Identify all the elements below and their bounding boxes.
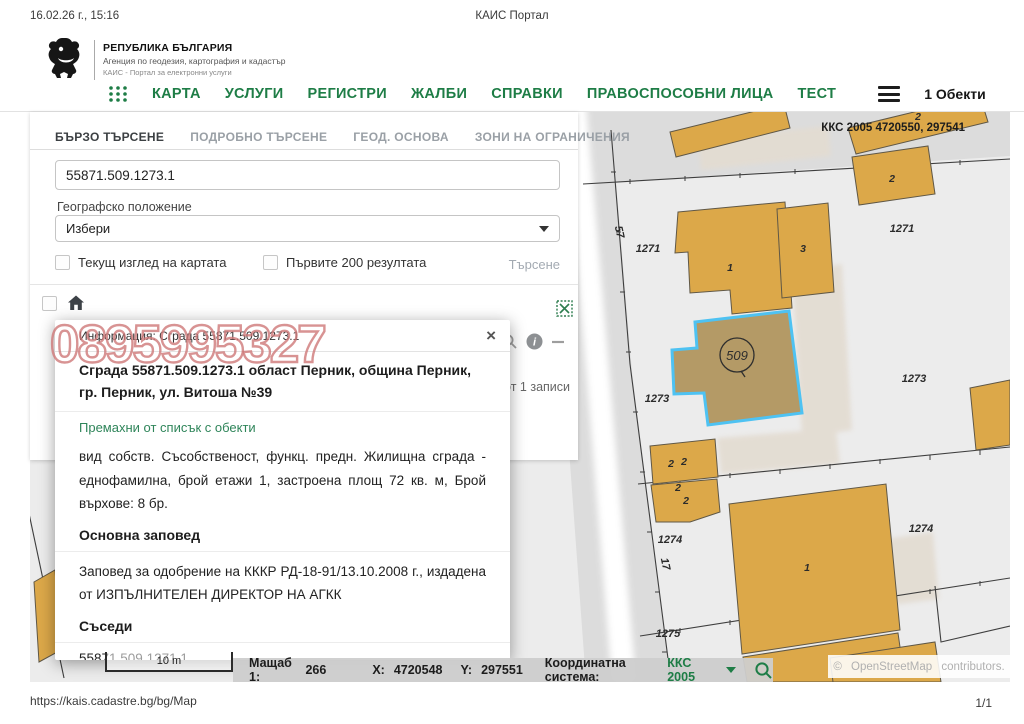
close-icon[interactable]: × <box>486 327 496 344</box>
svg-text:2: 2 <box>674 482 681 494</box>
svg-text:1271: 1271 <box>890 223 914 235</box>
tab-geodetic-base[interactable]: ГЕОД. ОСНОВА <box>353 130 449 144</box>
checkbox-current-view[interactable]: Текущ изглед на картата <box>55 255 226 270</box>
search-button[interactable]: Търсене <box>509 257 560 272</box>
chevron-down-icon <box>539 226 549 232</box>
tab-quick-search[interactable]: БЪРЗО ТЪРСЕНЕ <box>55 130 164 144</box>
building-heading: Сграда 55871.509.1273.1 област Перник, о… <box>79 360 486 403</box>
geo-position-label: Географско положение <box>57 200 192 214</box>
org-name: РЕПУБЛИКА БЪЛГАРИЯ <box>103 42 286 54</box>
map-attribution[interactable]: © OpenStreetMap contributors. <box>828 655 1010 678</box>
org-tagline: КАИС - Портал за електронни услуги <box>103 68 286 77</box>
svg-text:2: 2 <box>667 458 674 470</box>
svg-text:2: 2 <box>680 456 687 468</box>
svg-text:509: 509 <box>726 348 748 363</box>
search-input[interactable] <box>55 160 560 190</box>
svg-text:1274: 1274 <box>658 534 682 546</box>
checkbox-current-view-label: Текущ изглед на картата <box>78 255 226 270</box>
checkbox-icon[interactable] <box>55 255 70 270</box>
checkbox-first-200-label: Първите 200 резултата <box>286 255 426 270</box>
svg-text:1274: 1274 <box>909 523 933 535</box>
hamburger-menu-icon[interactable] <box>878 83 900 106</box>
crs-chevron-down-icon[interactable] <box>726 667 736 673</box>
brand-block: РЕПУБЛИКА БЪЛГАРИЯ Агенция по геодезия, … <box>46 36 286 83</box>
dialog-divider <box>55 551 510 552</box>
objects-count[interactable]: 1 Обекти <box>924 86 985 102</box>
print-title: КАИС Портал <box>475 10 548 22</box>
svg-text:2: 2 <box>888 173 895 185</box>
nav-item-spravki[interactable]: СПРАВКИ <box>491 86 563 102</box>
geo-select[interactable]: Избери <box>55 215 560 242</box>
map-scale-bar: 10 m <box>105 652 233 672</box>
svg-text:1275: 1275 <box>656 628 681 640</box>
record-info-icon[interactable]: i <box>526 333 543 350</box>
fullscreen-expand-icon[interactable] <box>556 300 573 317</box>
tab-restriction-zones[interactable]: ЗОНИ НА ОГРАНИЧЕНИЯ <box>475 130 630 144</box>
panel-divider <box>30 284 578 285</box>
svg-text:1271: 1271 <box>636 243 660 255</box>
svg-text:2: 2 <box>682 495 689 507</box>
crs-label: Координатна система: <box>545 656 657 684</box>
building-home-icon <box>67 295 85 311</box>
dialog-divider <box>55 642 510 643</box>
scale-label: Мащаб 1: <box>249 656 295 684</box>
dialog-divider <box>55 411 510 412</box>
svg-text:3: 3 <box>800 243 806 255</box>
y-label: Y: <box>460 663 472 677</box>
nav-item-registri[interactable]: РЕГИСТРИ <box>308 86 387 102</box>
checkbox-icon[interactable] <box>263 255 278 270</box>
remove-from-objects-link[interactable]: Премахни от списък с обекти <box>79 420 486 435</box>
y-value: 297551 <box>481 663 523 677</box>
nav-item-pravosposobni-litsa[interactable]: ПРАВОСПОСОБНИ ЛИЦА <box>587 86 774 102</box>
map-status-bar: Мащаб 1: 266 X: 4720548 Y: 297551 Коорди… <box>233 658 773 682</box>
order-heading: Основна заповед <box>79 527 486 543</box>
records-count: от 1 записи <box>504 380 570 394</box>
result-checkbox[interactable] <box>42 296 57 311</box>
coat-of-arms-lion-icon <box>46 36 86 83</box>
print-page-number: 1/1 <box>975 696 992 710</box>
scale-bar-label: 10 m <box>157 655 181 667</box>
dialog-header: Информация: Сграда 55871.509.1273.1 × <box>55 320 510 352</box>
nav-item-zhalbi[interactable]: ЖАЛБИ <box>411 86 467 102</box>
org-subtitle: Агенция по геодезия, картография и кадас… <box>103 56 286 66</box>
print-datetime: 16.02.26 г., 15:16 <box>30 10 119 22</box>
tab-detailed-search[interactable]: ПОДРОБНО ТЪРСЕНЕ <box>190 130 327 144</box>
geo-select-value: Избери <box>66 221 110 236</box>
dialog-title: Информация: Сграда 55871.509.1273.1 <box>79 329 299 343</box>
checkbox-first-200[interactable]: Първите 200 резултата <box>263 255 426 270</box>
remove-record-icon[interactable] <box>551 340 565 344</box>
svg-text:1: 1 <box>804 562 810 574</box>
scale-value: 266 <box>305 663 326 677</box>
map-search-icon[interactable] <box>754 661 773 680</box>
x-label: X: <box>372 663 385 677</box>
x-value: 4720548 <box>394 663 443 677</box>
svg-text:1273: 1273 <box>902 373 926 385</box>
search-tabs: БЪРЗО ТЪРСЕНЕ ПОДРОБНО ТЪРСЕНЕ ГЕОД. ОСН… <box>30 124 578 150</box>
brand-divider <box>94 40 95 80</box>
nav-item-uslugi[interactable]: УСЛУГИ <box>225 86 284 102</box>
neighbors-heading: Съседи <box>79 618 486 634</box>
order-text: Заповед за одобрение на КККР РД-18-91/13… <box>79 560 486 606</box>
svg-text:1: 1 <box>727 262 733 274</box>
print-url: https://kais.cadastre.bg/bg/Map <box>30 694 197 708</box>
result-row[interactable] <box>42 295 85 311</box>
crs-select[interactable]: ККС 2005 <box>667 656 712 684</box>
main-nav: КАРТА УСЛУГИ РЕГИСТРИ ЖАЛБИ СПРАВКИ ПРАВ… <box>108 80 1024 108</box>
map-coordinates-label: ККС 2005 4720550, 297541 <box>821 122 965 134</box>
building-description: вид собств. Съсобственост, функц. предн.… <box>79 445 486 515</box>
nav-item-test[interactable]: ТЕСТ <box>798 86 837 102</box>
apps-grid-icon[interactable] <box>108 84 128 104</box>
info-dialog: Информация: Сграда 55871.509.1273.1 × Сг… <box>55 320 510 660</box>
svg-text:1273: 1273 <box>645 393 669 405</box>
nav-item-karta[interactable]: КАРТА <box>152 86 201 102</box>
